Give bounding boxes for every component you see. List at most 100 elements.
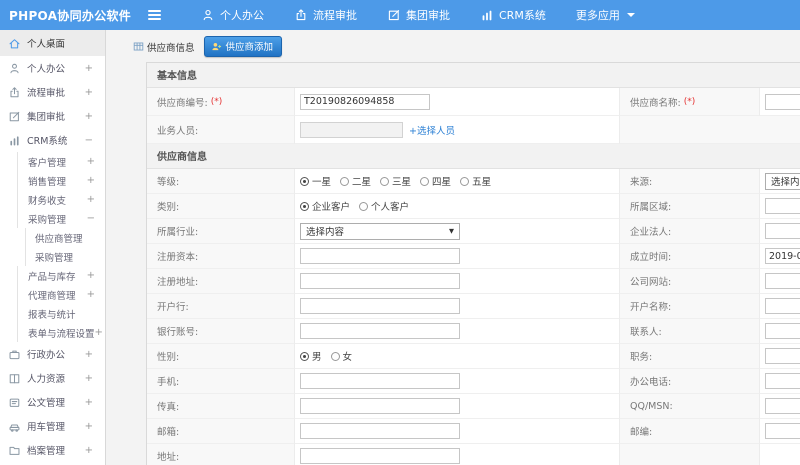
job-title-input[interactable] — [765, 348, 800, 364]
sidebar-item-label: 档案管理 — [27, 446, 66, 457]
sidebar: 个人桌面 个人办公 + 流程审批 + 集团审批 + CRM系统 − 客户管理 + 销售管理 + 财务收支 +… — [0, 30, 106, 465]
level-radio-group-option[interactable]: 五星 — [460, 174, 491, 188]
level-radio-group-option[interactable]: 三星 — [380, 174, 411, 188]
sidebar-item-personal-desktop[interactable]: 个人桌面 — [0, 30, 105, 56]
topnav-more-apps[interactable]: 更多应用 — [576, 7, 635, 23]
sidebar-item-workflow-approval[interactable]: 流程审批 + — [0, 80, 105, 104]
expand-toggle-icon: + — [84, 396, 93, 408]
sidebar-item-crm-system[interactable]: CRM系统 − — [0, 128, 105, 152]
level-radio-group-option[interactable]: 二星 — [340, 174, 371, 188]
select-person-link[interactable]: +选择人员 — [409, 123, 455, 137]
sidebar-item-personal-office[interactable]: 个人办公 + — [0, 56, 105, 80]
account-name-input[interactable] — [765, 298, 800, 314]
expand-toggle-icon: + — [86, 156, 95, 167]
form-label: 办公电话: — [620, 369, 760, 394]
radio-label: 女 — [342, 352, 353, 363]
official-doc-mgmt-icon — [8, 396, 21, 409]
sidebar-item-form-workflow-settings[interactable]: 表单与流程设置 + — [17, 323, 105, 342]
sidebar-item-label: 财务收支 — [28, 195, 67, 207]
radio-label: 一星 — [312, 177, 332, 188]
expand-toggle-icon: + — [84, 444, 93, 456]
region-input[interactable] — [765, 198, 800, 214]
supplier-code-input[interactable] — [300, 93, 430, 110]
group-approval-icon — [8, 110, 21, 123]
category-radio-group-option[interactable]: 个人客户 — [359, 199, 409, 213]
topnav-more-apps-label: 更多应用 — [575, 9, 620, 22]
label-text: 性别: — [157, 352, 180, 363]
address-input[interactable] — [300, 448, 460, 464]
gender-radio-group-option[interactable]: 女 — [330, 349, 353, 363]
topnav-workflow-approval[interactable]: 流程审批 — [294, 7, 357, 23]
form-label — [620, 444, 760, 465]
app-brand: PHPOA协同办公软件 — [9, 8, 132, 23]
expand-toggle-icon: − — [86, 213, 95, 224]
registered-address-input[interactable] — [300, 273, 460, 289]
legal-person-input[interactable] — [765, 223, 800, 239]
sidebar-item-product-inventory[interactable]: 产品与库存 + — [17, 266, 105, 285]
sidebar-item-label: 销售管理 — [28, 176, 67, 188]
sidebar-item-official-doc-mgmt[interactable]: 公文管理 + — [0, 390, 105, 414]
supplier-info-tab[interactable]: 供应商信息 — [133, 40, 195, 54]
sidebar-item-label: 代理商管理 — [28, 290, 76, 302]
industry-select[interactable]: 选择内容 ▼ — [300, 222, 460, 240]
sidebar-item-admin-office[interactable]: 行政办公 + — [0, 342, 105, 366]
label-text: 办公电话: — [630, 377, 672, 388]
form-label: 等级: — [147, 169, 295, 194]
hamburger-menu-icon[interactable] — [148, 10, 161, 20]
sidebar-item-label: 集团审批 — [27, 112, 66, 123]
bank-account-input[interactable] — [300, 323, 460, 339]
radio-icon — [380, 176, 390, 186]
establish-date-input[interactable] — [765, 248, 800, 264]
sidebar-item-sales-mgmt[interactable]: 销售管理 + — [17, 171, 105, 190]
sidebar-item-label: 流程审批 — [27, 88, 66, 99]
radio-label: 三星 — [392, 177, 412, 188]
postcode-input[interactable] — [765, 423, 800, 439]
sidebar-item-vehicle-mgmt[interactable]: 用车管理 + — [0, 414, 105, 438]
level-radio-group-option[interactable]: 四星 — [420, 174, 451, 188]
form-label: 注册资本: — [147, 244, 295, 269]
sidebar-item-customer-mgmt[interactable]: 客户管理 + — [17, 152, 105, 171]
supplier-add-tab[interactable]: 供应商添加 — [203, 36, 283, 57]
fax-input[interactable] — [300, 398, 460, 414]
category-radio-group-option[interactable]: 企业客户 — [300, 199, 350, 213]
label-text: 职务: — [630, 352, 653, 363]
source-select[interactable]: 选择内容▼ — [765, 172, 800, 190]
label-text: 来源: — [630, 177, 653, 188]
expand-toggle-icon: + — [86, 175, 95, 186]
topnav-workflow-approval-label: 流程审批 — [313, 9, 357, 22]
form-label: 性别: — [147, 344, 295, 369]
gender-radio-group-option[interactable]: 男 — [300, 349, 322, 363]
topnav-group-approval[interactable]: 集团审批 — [387, 7, 450, 23]
supplier-add-tab-icon — [211, 41, 222, 52]
sidebar-item-human-resources[interactable]: 人力资源 + — [0, 366, 105, 390]
business-person-input[interactable] — [300, 121, 403, 138]
form-label: QQ/MSN: — [620, 394, 760, 419]
sidebar-item-supplier-mgmt[interactable]: 供应商管理 — [25, 228, 105, 247]
mobile-input[interactable] — [300, 373, 460, 389]
admin-office-icon — [8, 348, 21, 361]
required-mark: (*) — [683, 96, 696, 107]
level-radio-group-option[interactable]: 一星 — [300, 174, 331, 188]
group-approval-icon — [387, 8, 401, 22]
topnav-personal-office[interactable]: 个人办公 — [201, 7, 264, 23]
form-field — [760, 419, 800, 444]
topnav-crm-system[interactable]: CRM系统 — [480, 7, 546, 23]
sidebar-item-purchase-mgmt-sub[interactable]: 采购管理 — [25, 247, 105, 266]
contact-person-input[interactable] — [765, 323, 800, 339]
supplier-name-input[interactable] — [765, 93, 800, 110]
form-field — [760, 444, 800, 465]
sidebar-item-agent-mgmt[interactable]: 代理商管理 + — [17, 285, 105, 304]
company-website-input[interactable] — [765, 273, 800, 289]
sidebar-item-finance-income-expense[interactable]: 财务收支 + — [17, 190, 105, 209]
label-text: 开户行: — [157, 302, 189, 313]
form-label: 成立时间: — [620, 244, 760, 269]
qq-msn-input[interactable] — [765, 398, 800, 414]
sidebar-item-group-approval[interactable]: 集团审批 + — [0, 104, 105, 128]
sidebar-item-purchase-mgmt[interactable]: 采购管理 − — [17, 209, 105, 228]
registered-capital-input[interactable] — [300, 248, 460, 264]
office-phone-input[interactable] — [765, 373, 800, 389]
bank-branch-input[interactable] — [300, 298, 460, 314]
email-input[interactable] — [300, 423, 460, 439]
sidebar-item-reports-stats[interactable]: 报表与统计 — [17, 304, 105, 323]
sidebar-item-archive-mgmt[interactable]: 档案管理 + — [0, 438, 105, 462]
